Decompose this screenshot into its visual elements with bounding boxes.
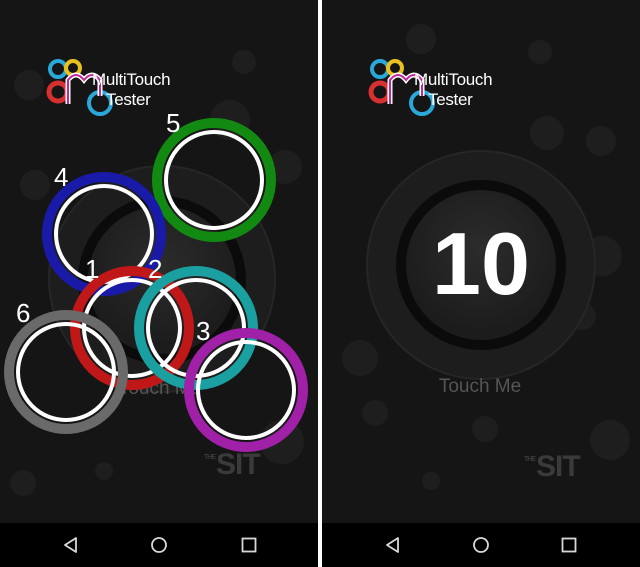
touch-label-3: 3 (196, 316, 211, 346)
touch-label-4: 4 (54, 162, 69, 192)
background-dot (422, 472, 440, 490)
background-dot (14, 70, 44, 100)
logo-word-tester: Tester (106, 90, 151, 109)
background-dot (586, 126, 616, 156)
left-phone-screen: MultiTouch Tester Touch Me THE SIT 1 2 3… (0, 0, 318, 567)
background-dot (590, 420, 630, 460)
watermark-small-text: THE (524, 456, 536, 463)
home-icon[interactable] (472, 536, 490, 554)
recents-icon[interactable] (240, 536, 258, 554)
background-dot (20, 170, 50, 200)
app-logo: MultiTouch Tester (368, 56, 518, 126)
right-phone-screen: MultiTouch Tester 10 Touch Me THE SIT (322, 0, 640, 567)
background-dot (406, 24, 436, 54)
background-dot (528, 40, 552, 64)
watermark-small-text: THE (204, 454, 216, 461)
background-dot (530, 116, 564, 150)
background-dot (362, 400, 388, 426)
navigation-bar (322, 523, 640, 567)
touch-count: 10 (432, 214, 530, 313)
home-icon[interactable] (150, 536, 168, 554)
logo-word-tester: Tester (428, 90, 473, 109)
touch-me-label[interactable]: Touch Me (410, 376, 550, 398)
background-dot (472, 416, 498, 442)
watermark-text: SIT (536, 450, 581, 483)
logo-word-multitouch: MultiTouch (414, 70, 493, 89)
touch-label-2: 2 (148, 254, 163, 284)
touch-label-1: 1 (85, 254, 100, 284)
watermark-logo: THE SIT (524, 450, 581, 484)
background-dot (10, 470, 36, 496)
touch-label-6: 6 (16, 298, 31, 328)
touch-label-5: 5 (166, 108, 181, 138)
background-dot (342, 340, 378, 376)
watermark-text: SIT (216, 448, 261, 481)
logo-word-multitouch: MultiTouch (92, 70, 171, 89)
background-dot (232, 50, 256, 74)
watermark-logo: THE SIT (204, 448, 261, 482)
back-icon[interactable] (384, 536, 402, 554)
navigation-bar (0, 523, 318, 567)
recents-icon[interactable] (560, 536, 578, 554)
back-icon[interactable] (62, 536, 80, 554)
background-dot (95, 462, 113, 480)
